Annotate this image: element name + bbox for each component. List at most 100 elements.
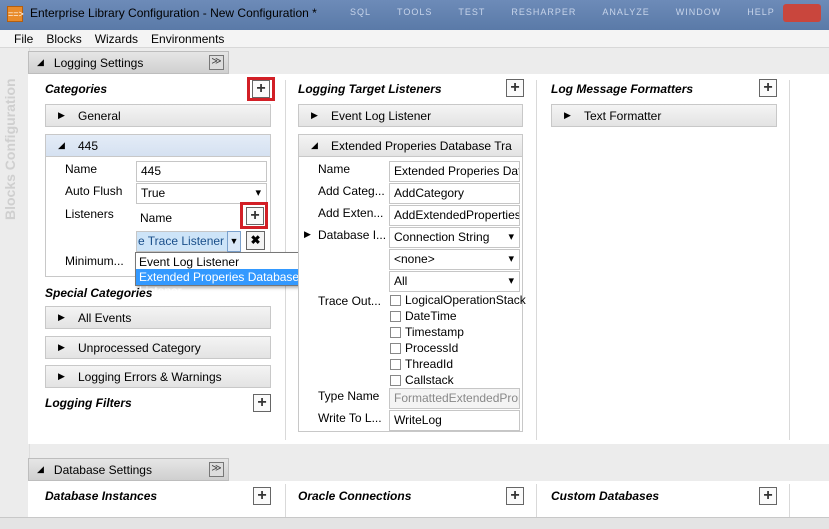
- listener-name-label: Name: [318, 162, 351, 176]
- listeners-name-column: Name: [140, 211, 173, 225]
- close-window-button[interactable]: [783, 4, 821, 22]
- bg-menu-item: SQL: [350, 7, 372, 17]
- logging-settings-header[interactable]: ◢ Logging Settings ≫: [28, 51, 229, 74]
- collapse-triangle-icon: ◢: [37, 57, 44, 67]
- write-to-log-label: Write To L...: [318, 411, 382, 425]
- all-events-label: All Events: [78, 310, 132, 325]
- trace-option-processid[interactable]: ProcessId: [390, 341, 458, 355]
- trace-option-threadid[interactable]: ThreadId: [390, 357, 453, 371]
- expand-arrow-icon: ▶: [564, 110, 571, 120]
- special-all-events[interactable]: ▶ All Events: [45, 306, 271, 329]
- column-divider: [789, 484, 790, 517]
- bg-menu-item: WINDOW: [675, 7, 722, 17]
- trace-option-timestamp[interactable]: Timestamp: [390, 325, 464, 339]
- text-formatter[interactable]: ▶ Text Formatter: [551, 104, 777, 127]
- trace-option-label: ThreadId: [405, 357, 454, 371]
- extended-listener-header[interactable]: ◢ Extended Properies Database Tra: [298, 134, 523, 157]
- column-divider: [789, 80, 790, 440]
- window-title: Enterprise Library Configuration - New C…: [30, 6, 317, 20]
- special-unprocessed-category[interactable]: ▶ Unprocessed Category: [45, 336, 271, 359]
- trace-option-callstack[interactable]: Callstack: [390, 373, 454, 387]
- bg-menu-item: TOOLS: [397, 7, 433, 17]
- collapse-arrow-icon: ◢: [58, 140, 65, 150]
- target-event-log-listener[interactable]: ▶ Event Log Listener: [298, 104, 523, 127]
- minimum-label: Minimum...: [65, 254, 124, 268]
- expand-arrow-icon: ▶: [58, 110, 65, 120]
- auto-flush-select[interactable]: True: [136, 183, 267, 204]
- unprocessed-label: Unprocessed Category: [78, 340, 201, 355]
- text-formatter-label: Text Formatter: [584, 108, 662, 123]
- add-extended-label: Add Exten...: [318, 206, 384, 220]
- add-category-label: Add Categ...: [318, 184, 385, 198]
- add-database-instance-button[interactable]: +: [253, 487, 271, 505]
- menu-file[interactable]: File: [14, 32, 33, 46]
- horizontal-scrollbar[interactable]: [0, 517, 829, 529]
- type-name-field: FormattedExtendedProp: [389, 388, 520, 409]
- database-settings-title: Database Settings: [53, 462, 152, 477]
- logging-errors-label: Logging Errors & Warnings: [78, 369, 222, 384]
- extended-listener-title: Extended Properies Database Tra: [331, 138, 512, 153]
- add-custom-database-button[interactable]: +: [759, 487, 777, 505]
- type-name-label: Type Name: [318, 389, 380, 403]
- menu-wizards[interactable]: Wizards: [95, 32, 138, 46]
- database-instance-select[interactable]: Connection String: [389, 227, 520, 248]
- trace-option-label: Callstack: [405, 373, 454, 387]
- menu-environments[interactable]: Environments: [151, 32, 224, 46]
- listener-name-field[interactable]: Extended Properies Dat: [389, 161, 520, 182]
- category-445-title: 445: [78, 138, 99, 153]
- listeners-label: Listeners: [65, 207, 114, 221]
- collapse-arrow-icon: ◢: [311, 140, 318, 150]
- oracle-connections-heading: Oracle Connections: [298, 489, 412, 503]
- blocks-configuration-label: Blocks Configuration: [2, 78, 18, 220]
- expand-arrow-icon: ▶: [58, 342, 65, 352]
- column-divider: [536, 484, 537, 517]
- column-divider: [285, 484, 286, 517]
- trace-option-label: ProcessId: [405, 341, 459, 355]
- severity-select[interactable]: All: [389, 271, 520, 292]
- category-445-header[interactable]: ◢ 445: [45, 134, 271, 157]
- target-listeners-heading: Logging Target Listeners: [298, 82, 442, 96]
- auto-flush-label: Auto Flush: [65, 184, 123, 198]
- add-category-button[interactable]: +: [252, 80, 270, 98]
- expand-arrow-icon[interactable]: ▶: [304, 229, 311, 240]
- trace-output-label: Trace Out...: [318, 294, 381, 308]
- write-to-log-field[interactable]: WriteLog: [389, 410, 520, 431]
- collapse-all-icon[interactable]: ≫: [209, 462, 224, 477]
- add-category-field[interactable]: AddCategory: [389, 183, 520, 204]
- menu-bar: File Blocks Wizards Environments: [0, 30, 829, 48]
- trace-option-label: LogicalOperationStack: [405, 293, 526, 307]
- special-categories-heading: Special Categories: [45, 286, 153, 300]
- database-settings-header[interactable]: ◢ Database Settings ≫: [28, 458, 229, 481]
- filter-select[interactable]: <none>: [389, 249, 520, 270]
- bg-menu-item: HELP: [747, 7, 775, 17]
- special-logging-errors[interactable]: ▶ Logging Errors & Warnings: [45, 365, 271, 388]
- add-target-listener-button[interactable]: +: [506, 79, 524, 97]
- menu-blocks[interactable]: Blocks: [46, 32, 81, 46]
- bg-menu-item: RESHARPER: [511, 7, 577, 17]
- listener-dropdown-arrow-icon[interactable]: ▼: [227, 231, 241, 252]
- remove-listener-button[interactable]: ✖: [246, 231, 265, 250]
- add-listener-button[interactable]: +: [246, 207, 264, 225]
- database-instances-heading: Database Instances: [45, 489, 158, 503]
- logging-settings-title: Logging Settings: [53, 55, 144, 70]
- collapse-all-icon[interactable]: ≫: [209, 55, 224, 70]
- listener-select[interactable]: e Trace Listener: [136, 231, 228, 252]
- expand-arrow-icon: ▶: [58, 371, 65, 381]
- expand-arrow-icon: ▶: [311, 110, 318, 120]
- trace-option-label: DateTime: [405, 309, 457, 323]
- trace-option-logical-operation-stack[interactable]: LogicalOperationStack: [390, 293, 526, 307]
- bg-menu-item: TEST: [458, 7, 486, 17]
- trace-option-datetime[interactable]: DateTime: [390, 309, 457, 323]
- add-oracle-connection-button[interactable]: +: [506, 487, 524, 505]
- background-menu: SQL TOOLS TEST RESHARPER ANALYZE WINDOW …: [350, 7, 775, 17]
- event-log-listener-label: Event Log Listener: [331, 108, 432, 123]
- name-field[interactable]: 445: [136, 161, 267, 182]
- add-filter-button[interactable]: +: [253, 394, 271, 412]
- column-divider: [536, 80, 537, 440]
- app-icon: ==>: [7, 6, 24, 22]
- logging-filters-heading: Logging Filters: [45, 396, 132, 410]
- add-extended-field[interactable]: AddExtendedProperties: [389, 205, 520, 226]
- database-instance-label: Database I...: [318, 228, 387, 242]
- add-formatter-button[interactable]: +: [759, 79, 777, 97]
- category-general[interactable]: ▶ General: [45, 104, 271, 127]
